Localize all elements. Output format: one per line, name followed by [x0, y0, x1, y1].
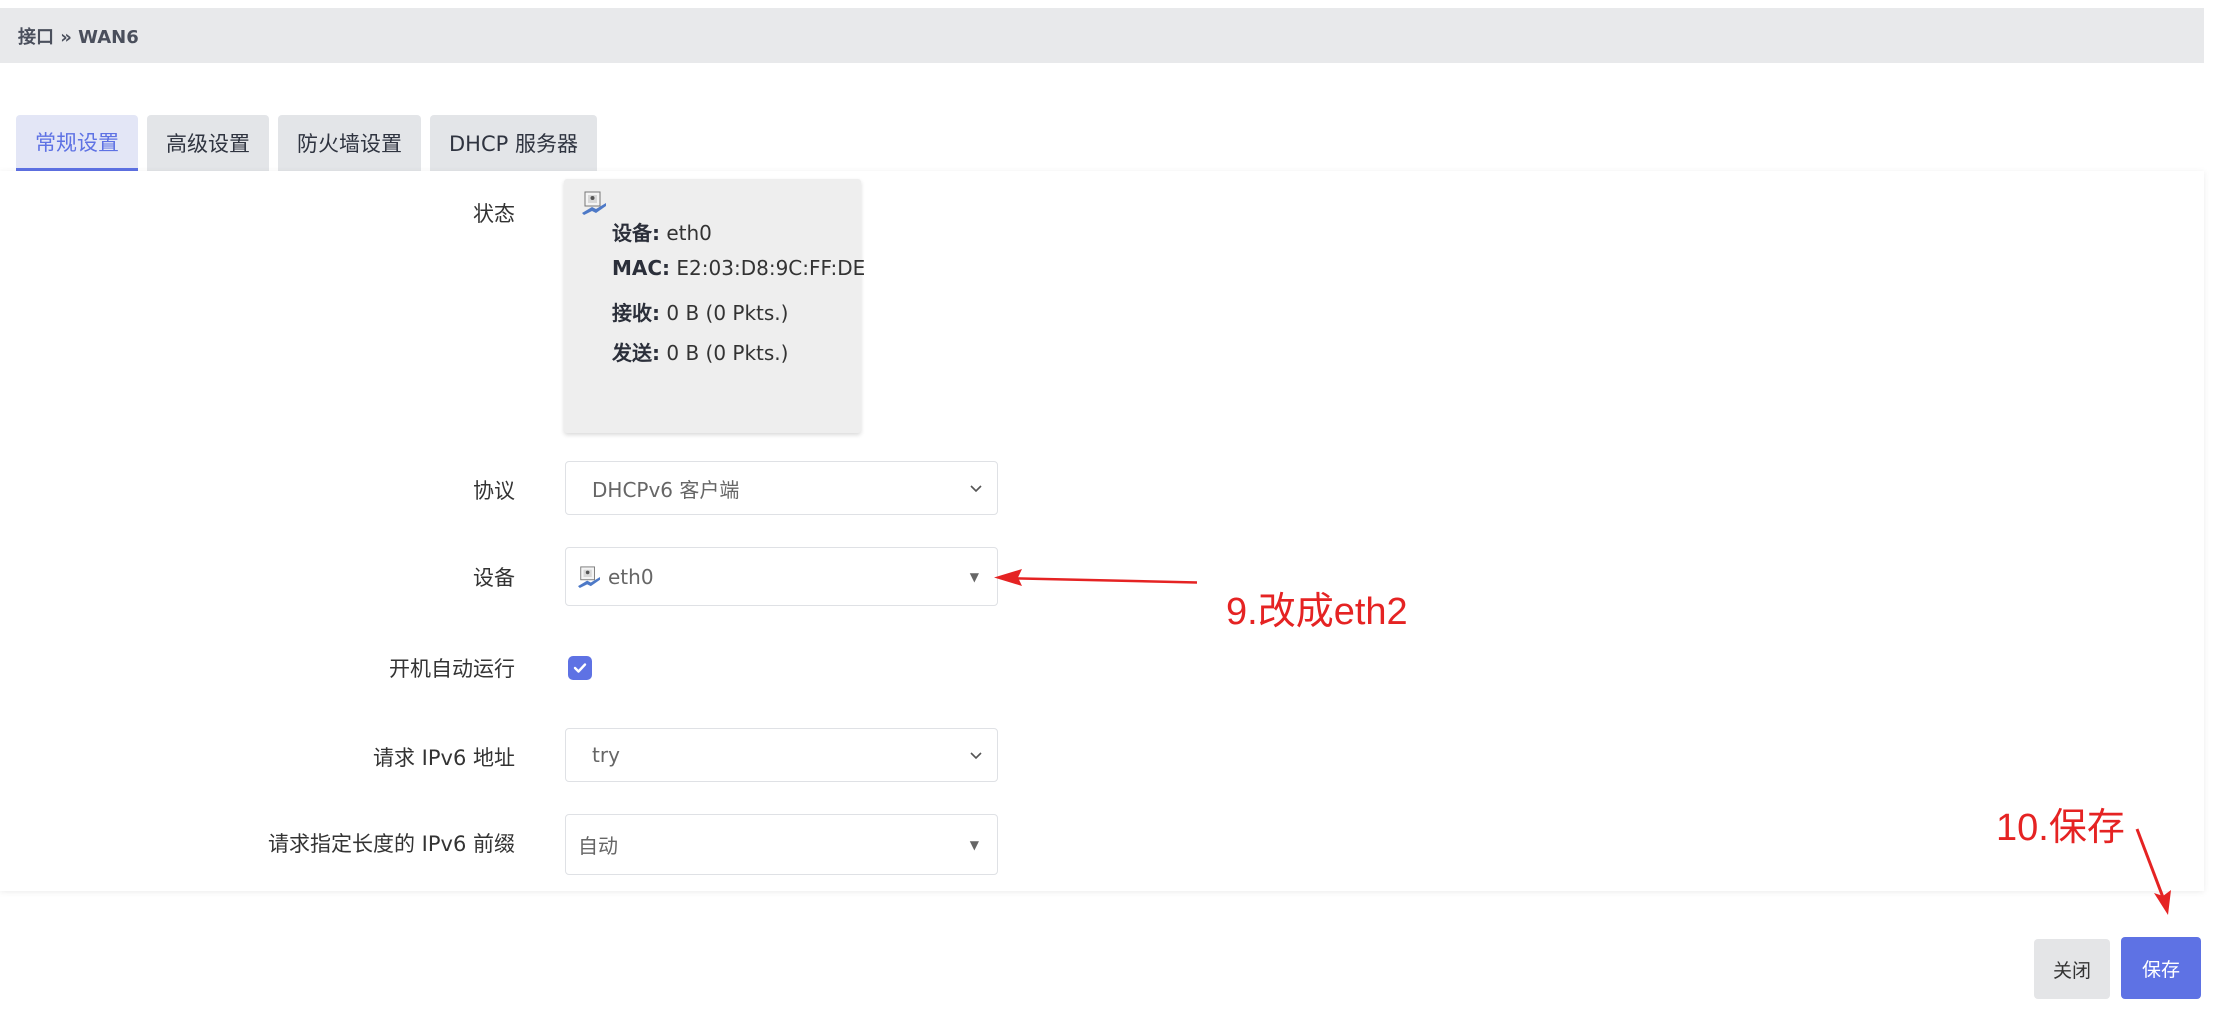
caret-down-icon: ▼ [969, 569, 979, 584]
breadcrumb-text: 接口 » WAN6 [18, 26, 139, 48]
status-device-value: eth0 [666, 221, 712, 245]
network-device-icon [578, 565, 600, 588]
status-device-line: 设备: eth0 [612, 217, 712, 246]
tab-firewall-settings[interactable]: 防火墙设置 [278, 115, 421, 171]
status-rx-key: 接收: [612, 301, 660, 325]
device-select[interactable]: eth0 ▼ [565, 547, 998, 606]
annotation-step9: 9.改成eth2 [1226, 591, 1408, 633]
annotation-step10: 10.保存 [1996, 807, 2125, 849]
status-rx-line: 接收: 0 B (0 Pkts.) [612, 297, 788, 326]
close-button[interactable]: 关闭 [2034, 939, 2110, 999]
chevron-down-icon [970, 752, 982, 760]
device-label: 设备 [473, 566, 515, 590]
status-device-key: 设备: [612, 221, 660, 245]
checkmark-icon [573, 663, 587, 673]
breadcrumb: 接口 » WAN6 [0, 8, 2204, 63]
save-button[interactable]: 保存 [2121, 937, 2201, 999]
device-value: eth0 [608, 564, 654, 589]
status-tx-key: 发送: [612, 341, 660, 365]
prefix-length-label: 请求指定长度的 IPv6 前缀 [268, 832, 515, 856]
status-mac-value: E2:03:D8:9C:FF:DE [676, 256, 866, 280]
tab-dhcp-server[interactable]: DHCP 服务器 [430, 115, 597, 171]
protocol-select[interactable]: DHCPv6 客户端 [565, 461, 998, 515]
status-tx-value: 0 B (0 Pkts.) [666, 341, 789, 365]
network-device-icon [582, 191, 606, 220]
request-ipv6-select[interactable]: try [565, 728, 998, 782]
prefix-length-select[interactable]: 自动 ▼ [565, 814, 998, 875]
autostart-label: 开机自动运行 [389, 657, 515, 681]
protocol-label: 协议 [473, 479, 515, 503]
chevron-down-icon [970, 485, 982, 493]
protocol-value: DHCPv6 客户端 [592, 477, 740, 502]
status-mac-line: MAC: E2:03:D8:9C:FF:DE [612, 256, 865, 280]
caret-down-icon: ▼ [969, 837, 979, 852]
request-ipv6-label: 请求 IPv6 地址 [373, 746, 515, 770]
status-card: 设备: eth0 MAC: E2:03:D8:9C:FF:DE 接收: 0 B … [564, 179, 865, 433]
tab-advanced-settings[interactable]: 高级设置 [147, 115, 269, 171]
autostart-checkbox[interactable] [568, 656, 592, 680]
prefix-length-value: 自动 [578, 834, 618, 858]
status-rx-value: 0 B (0 Pkts.) [666, 301, 789, 325]
tab-general-settings[interactable]: 常规设置 [16, 115, 138, 171]
request-ipv6-value: try [592, 743, 620, 767]
tab-bar: 常规设置 高级设置 防火墙设置 DHCP 服务器 [16, 115, 597, 171]
status-tx-line: 发送: 0 B (0 Pkts.) [612, 337, 788, 366]
settings-panel [0, 171, 2204, 891]
status-mac-key: MAC: [612, 256, 671, 280]
status-label: 状态 [473, 202, 515, 226]
